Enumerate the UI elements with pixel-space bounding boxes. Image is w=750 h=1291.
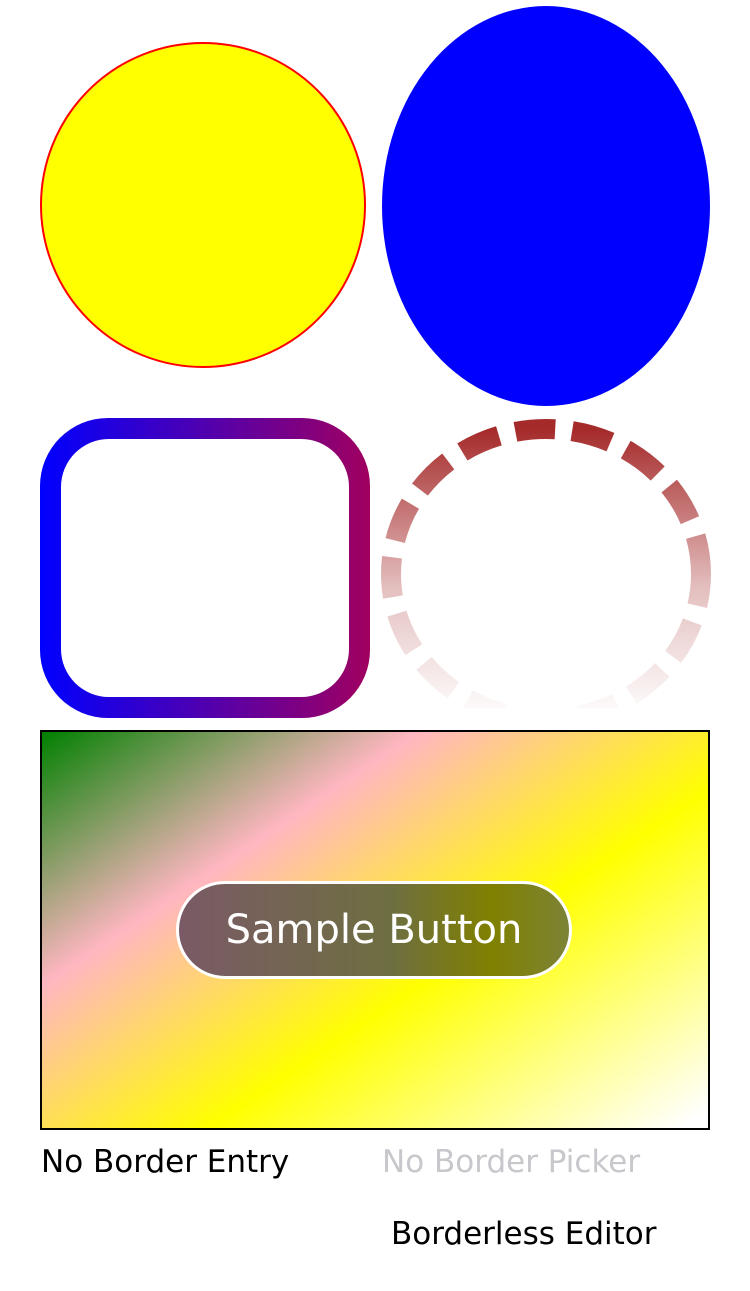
yellow-circle bbox=[40, 42, 366, 368]
gradient-panel: Sample Button bbox=[40, 730, 710, 1130]
blue-ellipse bbox=[382, 6, 710, 406]
no-border-entry[interactable]: No Border Entry bbox=[41, 1140, 361, 1188]
frame-content bbox=[61, 439, 349, 697]
borderless-editor[interactable]: Borderless Editor bbox=[391, 1212, 721, 1260]
gradient-border-frame bbox=[40, 418, 370, 718]
dashed-fading-ring bbox=[381, 419, 711, 708]
dashed-ring-stroke bbox=[381, 419, 711, 708]
no-border-picker[interactable]: No Border Picker bbox=[382, 1140, 712, 1188]
sample-button[interactable]: Sample Button bbox=[176, 881, 572, 979]
